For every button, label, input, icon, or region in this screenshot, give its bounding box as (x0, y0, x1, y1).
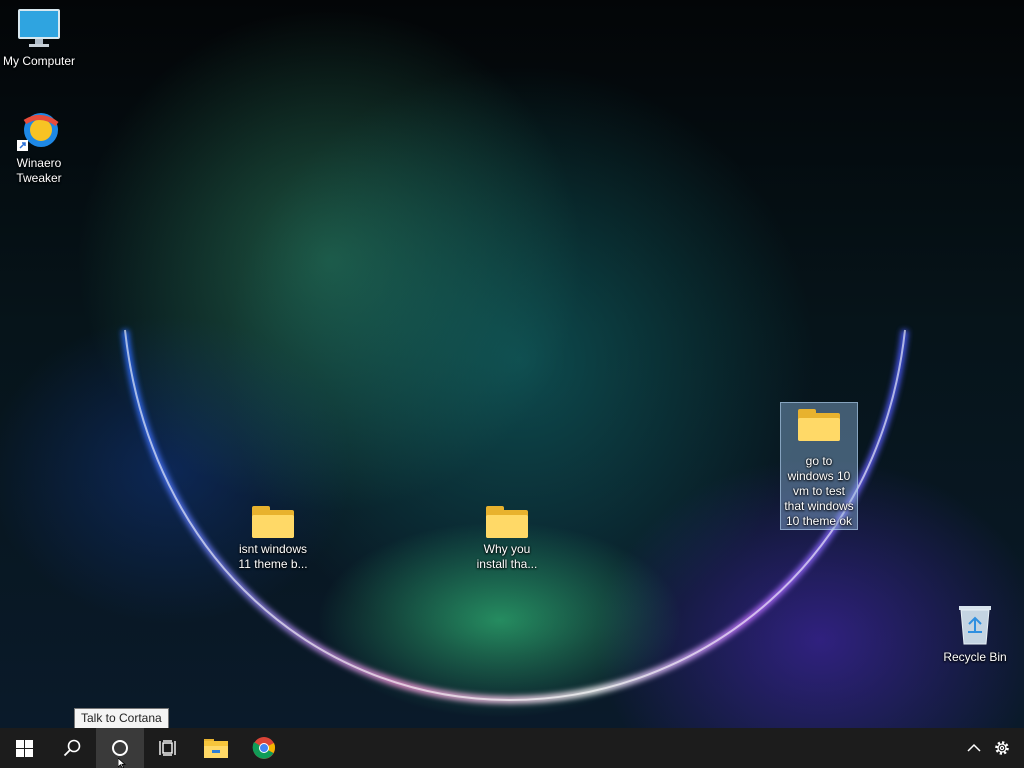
icon-label: Winaero Tweaker (16, 156, 62, 185)
tooltip: Talk to Cortana (74, 708, 169, 729)
icon-label: Recycle Bin (943, 650, 1007, 664)
taskbar (0, 728, 1024, 768)
desktop-wallpaper (0, 0, 1024, 728)
winaero-tweaker-icon (17, 113, 59, 151)
settings-button[interactable] (988, 728, 1016, 768)
folder-shortcut-selected[interactable]: go to windows 10 vm to test that windows… (780, 402, 858, 530)
chrome-button[interactable] (240, 728, 288, 768)
folder-shortcut[interactable]: isnt windows 11 theme b... (234, 506, 312, 572)
folder-icon (486, 506, 528, 538)
search-button[interactable] (48, 728, 96, 768)
chevron-up-icon (967, 743, 981, 752)
task-view-button[interactable] (144, 728, 192, 768)
cortana-icon (112, 740, 128, 756)
recycle-bin-shortcut[interactable]: Recycle Bin (936, 602, 1014, 665)
system-tray (960, 728, 1024, 768)
folder-icon (252, 506, 294, 538)
task-view-icon (159, 740, 176, 756)
icon-label: My Computer (2, 54, 76, 68)
start-button[interactable] (0, 728, 48, 768)
file-explorer-button[interactable] (192, 728, 240, 768)
folder-shortcut[interactable]: Why you install tha... (468, 506, 546, 572)
windows-start-icon (15, 739, 33, 757)
settings-gear-icon (995, 741, 1009, 755)
chrome-icon (252, 737, 275, 759)
mouse-cursor-icon (118, 758, 127, 768)
icon-label: go to windows 10 vm to test that windows… (784, 454, 854, 528)
show-hidden-icons-button[interactable] (960, 728, 988, 768)
icon-label: isnt windows 11 theme b... (238, 542, 308, 571)
show-desktop-strip[interactable] (1016, 728, 1024, 768)
icon-label: Why you install tha... (476, 542, 538, 571)
my-computer-shortcut[interactable]: My Computer (0, 8, 78, 69)
recycle-bin-icon (959, 606, 991, 645)
winaero-tweaker-shortcut[interactable]: Winaero Tweaker (0, 110, 78, 186)
folder-icon (798, 409, 840, 441)
monitor-icon (18, 9, 60, 47)
file-explorer-icon (204, 739, 228, 758)
search-icon (63, 739, 81, 757)
